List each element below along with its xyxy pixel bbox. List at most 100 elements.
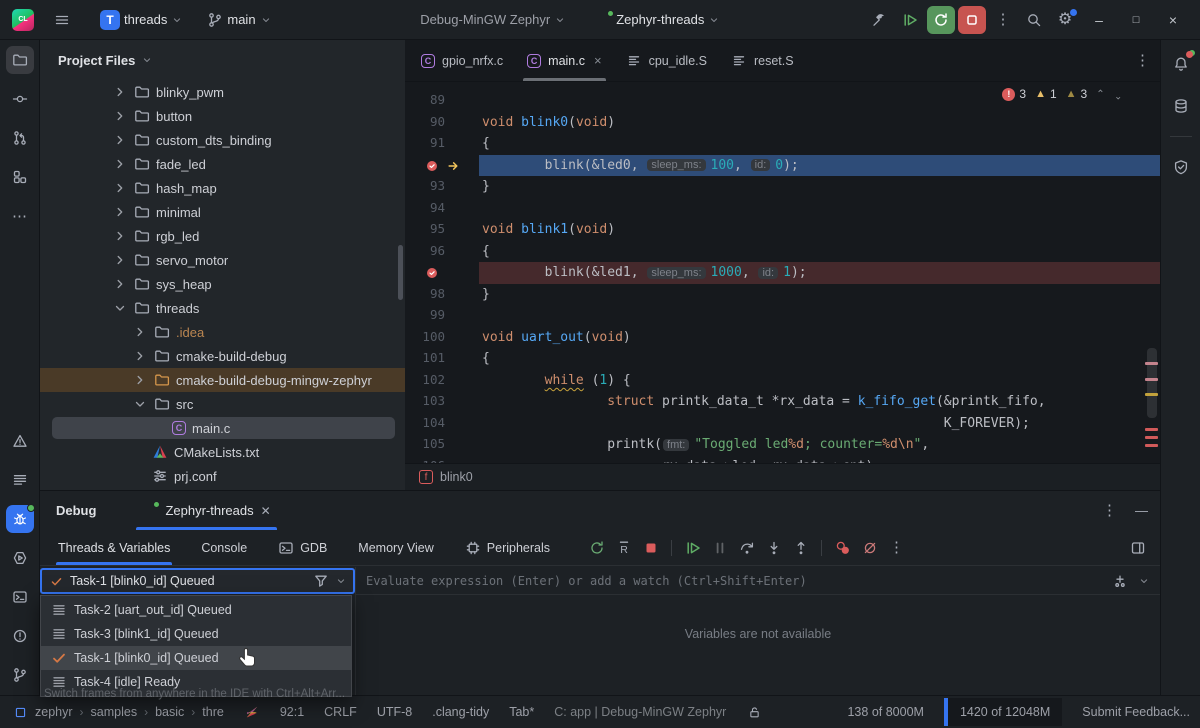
statusbar-breadcrumbs[interactable]: zephyr› samples› basic› thre	[12, 704, 224, 720]
gutter-line-97[interactable]	[405, 262, 479, 284]
database-toolbutton[interactable]	[1167, 92, 1195, 120]
code-line-99[interactable]: 99	[405, 305, 1160, 327]
step-into-button[interactable]	[761, 535, 786, 560]
git-toolbutton[interactable]	[6, 661, 34, 689]
code-line-97[interactable]: blink(&led1, sleep_ms:1000, id:1);	[405, 262, 1160, 284]
code-line-103[interactable]: 103 struct printk_data_t *rx_data = k_fi…	[405, 391, 1160, 413]
close-icon[interactable]: ×	[594, 53, 602, 68]
more-toolbutton[interactable]: ⋯	[6, 202, 34, 230]
debug-session-tab[interactable]: Zephyr-threads ✕	[136, 491, 276, 530]
code-line-95[interactable]: 95void blink1(void)	[405, 219, 1160, 241]
evaluate-expression-input[interactable]: Evaluate expression (Enter) or add a wat…	[356, 567, 1160, 595]
code-area[interactable]: !3 ▲1 ▲3 ⌃ ⌃ 8990void blink0(void)91{ bl…	[405, 82, 1160, 463]
tree-item-src[interactable]: src	[40, 392, 405, 416]
tree-item-blinky-pwm[interactable]: blinky_pwm	[40, 80, 405, 104]
gutter-line-98[interactable]: 98	[405, 284, 479, 306]
tree-item-main-c[interactable]: Cmain.c	[40, 416, 405, 440]
breakpoint-icon[interactable]	[425, 266, 439, 280]
kebab-button[interactable]: ⋮	[989, 6, 1017, 34]
run-config-status[interactable]: C: app | Debug-MinGW Zephyr	[554, 705, 726, 719]
inspections-widget[interactable]: !3 ▲1 ▲3 ⌃ ⌃	[1002, 87, 1122, 101]
rerun-button[interactable]	[584, 535, 609, 560]
debug-tab-gdb[interactable]: GDB	[276, 530, 329, 565]
thread-dropdown-item[interactable]: Task-2 [uart_out_id] Queued	[41, 598, 351, 622]
gutter-line-92[interactable]	[405, 155, 479, 177]
editor-tabs-menu-kebab-icon[interactable]: ⋮	[1135, 53, 1150, 68]
filter-funnel-icon[interactable]	[313, 573, 329, 589]
thread-selector-combo[interactable]: Task-1 [blink0_id] Queued	[40, 568, 355, 594]
code-line-100[interactable]: 100void uart_out(void)	[405, 327, 1160, 349]
close-icon[interactable]: ✕	[261, 505, 271, 517]
chevron-right-icon[interactable]	[132, 372, 148, 388]
code-line-90[interactable]: 90void blink0(void)	[405, 112, 1160, 134]
resume-button[interactable]	[680, 535, 705, 560]
pull-request-toolbutton[interactable]	[6, 124, 34, 152]
tree-item-custom-dts-binding[interactable]: custom_dts_binding	[40, 128, 405, 152]
layout-settings-icon[interactable]	[1130, 540, 1146, 556]
chevron-right-icon[interactable]	[112, 228, 128, 244]
shield-toolbutton[interactable]	[1167, 153, 1195, 181]
chevron-down-icon[interactable]	[112, 300, 128, 316]
lock-open-icon[interactable]	[746, 704, 762, 720]
step-out-button[interactable]	[788, 535, 813, 560]
chevron-down-icon[interactable]	[1138, 575, 1150, 587]
thread-dropdown-item[interactable]: Task-3 [blink1_id] Queued	[41, 622, 351, 646]
terminal-toolbutton[interactable]	[6, 583, 34, 611]
notifications-bell-toolbutton[interactable]	[1167, 50, 1195, 78]
code-line-98[interactable]: 98}	[405, 284, 1160, 306]
code-line-105[interactable]: 105 printk(fmt:"Toggled led%d; counter=%…	[405, 434, 1160, 456]
gutter-line-93[interactable]: 93	[405, 176, 479, 198]
rerun-debug-button[interactable]	[927, 6, 955, 34]
thread-dropdown-item[interactable]: Task-1 [blink0_id] Queued	[41, 646, 351, 670]
rerun-r-button[interactable]: R	[611, 535, 636, 560]
chevron-down-icon[interactable]	[132, 396, 148, 412]
chevron-right-icon[interactable]	[112, 276, 128, 292]
main-menu-button[interactable]	[48, 6, 76, 34]
todo-toolbutton[interactable]	[6, 466, 34, 494]
chevron-right-icon[interactable]	[112, 156, 128, 172]
tree-item-button[interactable]: button	[40, 104, 405, 128]
settings-gear-button[interactable]: ⚙	[1051, 6, 1079, 34]
indent-style[interactable]: Tab*	[509, 705, 534, 719]
chevron-right-icon[interactable]	[112, 108, 128, 124]
editor-tab-gpio-nrfx-c[interactable]: Cgpio_nrfx.c	[409, 40, 515, 81]
chevron-right-icon[interactable]	[132, 324, 148, 340]
gutter-line-94[interactable]: 94	[405, 198, 479, 220]
kebab-button[interactable]: ⋮	[884, 535, 909, 560]
tree-item-cmake-build-debug-mingw-zephyr[interactable]: cmake-build-debug-mingw-zephyr	[40, 368, 405, 392]
gutter-line-99[interactable]: 99	[405, 305, 479, 327]
project-scrollbar[interactable]	[398, 245, 403, 300]
debug-tab-memory-view[interactable]: Memory View	[356, 530, 435, 565]
gutter-line-91[interactable]: 91	[405, 133, 479, 155]
tree-item-minimal[interactable]: minimal	[40, 200, 405, 224]
submit-feedback-link[interactable]: Submit Feedback...	[1082, 705, 1190, 719]
tree-item-threads[interactable]: threads	[40, 296, 405, 320]
editor-tab-reset-s[interactable]: reset.S	[719, 40, 806, 81]
line-ending[interactable]: CRLF	[324, 705, 357, 719]
chevron-right-icon[interactable]	[132, 348, 148, 364]
folder-toolbutton[interactable]	[6, 46, 34, 74]
editor-tab-main-c[interactable]: Cmain.c×	[515, 40, 613, 81]
hammer-button[interactable]	[865, 6, 893, 34]
gutter-line-96[interactable]: 96	[405, 241, 479, 263]
chevron-right-icon[interactable]	[112, 204, 128, 220]
gutter-line-105[interactable]: 105	[405, 434, 479, 456]
editor-scrollbar[interactable]	[1144, 82, 1158, 463]
clion-logo-icon[interactable]: CL	[12, 9, 34, 31]
debug-tab-console[interactable]: Console	[199, 530, 249, 565]
tree-item-cmakelists-txt[interactable]: CMakeLists.txt	[40, 440, 405, 464]
gutter-line-89[interactable]: 89	[405, 90, 479, 112]
chevron-right-icon[interactable]	[112, 84, 128, 100]
chevron-right-icon[interactable]	[112, 180, 128, 196]
tree-item-sys-heap[interactable]: sys_heap	[40, 272, 405, 296]
memory-indicator-secondary[interactable]: 1420 of 12048M	[944, 698, 1062, 726]
breadcrumb-function-name[interactable]: blink0	[440, 470, 473, 484]
file-encoding[interactable]: UTF-8	[377, 705, 412, 719]
code-line-106[interactable]: 106 rx_data->led, rx_data->cnt);	[405, 456, 1160, 464]
gutter-line-101[interactable]: 101	[405, 348, 479, 370]
memory-indicator[interactable]: 138 of 8000M	[847, 705, 923, 719]
breakpoint-icon[interactable]	[425, 159, 439, 173]
tree-item--idea[interactable]: .idea	[40, 320, 405, 344]
gutter-line-95[interactable]: 95	[405, 219, 479, 241]
code-line-104[interactable]: 104 K_FOREVER);	[405, 413, 1160, 435]
